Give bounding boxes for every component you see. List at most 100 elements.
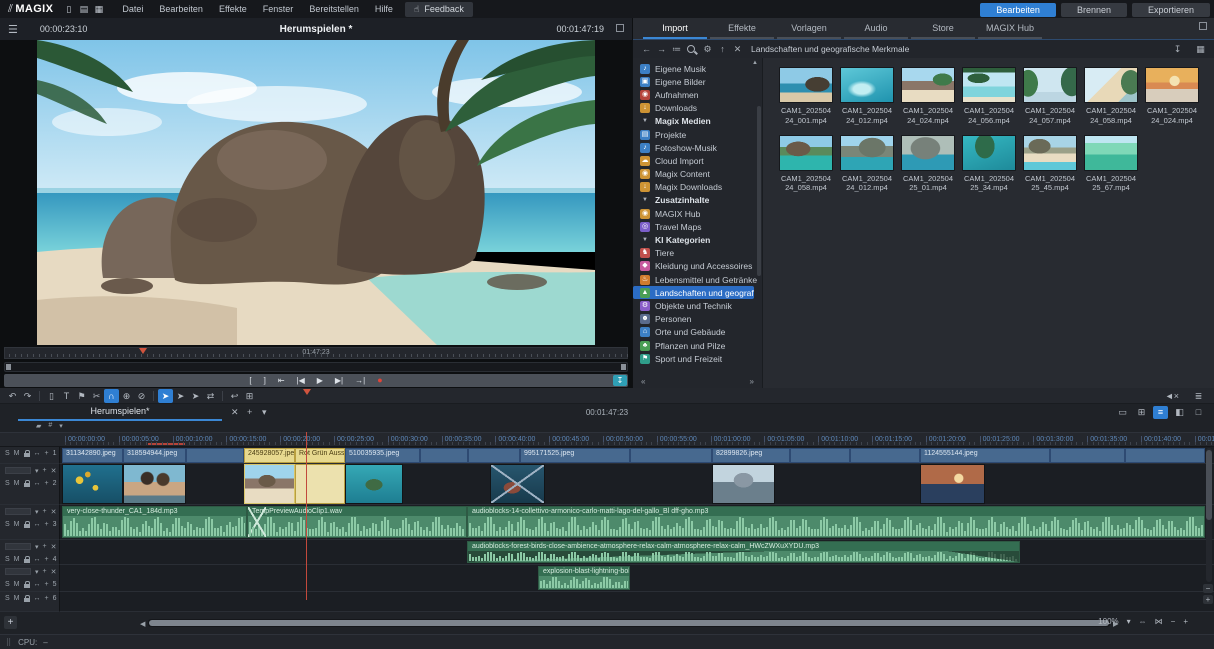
sidebar-item-sport-und-freizeit[interactable]: ⚑Sport und Freizeit <box>633 352 762 365</box>
track-dropdown-icon[interactable]: ▾ <box>35 508 39 516</box>
track-move-icon[interactable]: + <box>45 581 49 588</box>
snap-magnet-icon[interactable]: ∩ <box>104 389 119 403</box>
ungroup-icon[interactable]: ⊘ <box>134 389 149 403</box>
sidebar-item-travel-maps[interactable]: ◎Travel Maps <box>633 220 762 233</box>
track-resize-icon[interactable]: ↔ <box>34 595 41 602</box>
sidebar-item-eigene-bilder[interactable]: ▣Eigene Bilder <box>633 75 762 88</box>
play-button[interactable]: ▶ <box>317 374 323 387</box>
record-button[interactable]: ● <box>377 374 382 387</box>
video-object-label[interactable] <box>468 448 520 463</box>
jump-start-button[interactable]: ⇤ <box>278 374 285 387</box>
sidebar-item-magix-downloads[interactable]: ↓Magix Downloads <box>633 181 762 194</box>
track-mute-button[interactable]: M <box>14 556 20 563</box>
sidebar-item-eigene-musik[interactable]: ♪Eigene Musik <box>633 62 762 75</box>
sidebar-item-magix-content[interactable]: ◉Magix Content <box>633 168 762 181</box>
video-object-label[interactable]: 995171525.jpeg <box>520 448 630 463</box>
image-object[interactable] <box>123 464 186 504</box>
sidebar-item-orte-und-geb-ude[interactable]: ⌂Orte und Gebäude <box>633 326 762 339</box>
track-lock-icon[interactable]: ▰ <box>36 422 41 430</box>
sidebar-item-landschaften-und-geografisch[interactable]: ▲Landschaften und geografisch... <box>633 286 754 299</box>
menu-bearbeiten[interactable]: Bearbeiten <box>151 2 211 16</box>
mouse-mode-all-icon[interactable]: ➤ <box>158 389 173 403</box>
folder-up-button[interactable]: ↑ <box>715 44 730 54</box>
detach-media-pool-icon[interactable] <box>1199 22 1207 30</box>
zoom-level[interactable]: 100% <box>1098 617 1118 626</box>
save-project-icon[interactable]: ▦ <box>91 4 106 15</box>
range-out-button[interactable]: ] <box>264 374 266 387</box>
preview-layout-view[interactable]: ▭ <box>1115 406 1130 419</box>
track-name-field[interactable] <box>5 543 31 550</box>
menu-fenster[interactable]: Fenster <box>255 2 302 16</box>
track-lock-icon[interactable] <box>24 584 30 588</box>
track-close-icon[interactable]: ✕ <box>51 543 57 551</box>
track-lock-icon[interactable] <box>24 483 30 487</box>
sidebar-item-zusatzinhalte[interactable]: ▼Zusatzinhalte <box>633 194 762 207</box>
track-header-2[interactable]: ▾+✕SM↔+2 <box>0 464 60 505</box>
video-object-label[interactable] <box>186 448 244 463</box>
grid-view-button[interactable]: ▦ <box>1193 44 1208 55</box>
tree-page-right-icon[interactable]: » <box>750 377 754 386</box>
detach-window[interactable]: □ <box>1191 406 1206 419</box>
tab-store[interactable]: Store <box>911 23 975 39</box>
menu-bereitstellen[interactable]: Bereitstellen <box>301 2 367 16</box>
arrange-export-button[interactable]: ↧ <box>613 375 627 386</box>
track-dropdown-icon[interactable]: ▾ <box>35 543 39 551</box>
video-object-label[interactable]: Rot Grün Ausschnitt We… <box>295 448 345 463</box>
horizontal-scrollbar[interactable] <box>148 619 1110 627</box>
sidebar-item-objekte-und-technik[interactable]: ⚙Objekte und Technik <box>633 299 762 312</box>
menu-effekte[interactable]: Effekte <box>211 2 255 16</box>
previous-frame-button[interactable]: |◀ <box>297 374 305 387</box>
track-resize-icon[interactable]: ↔ <box>34 581 41 588</box>
tab-effekte[interactable]: Effekte <box>710 23 774 39</box>
media-thumbnail[interactable]: CAM1_20250424_058.mp4 <box>779 135 833 194</box>
object-overview-icon[interactable]: ⊞ <box>242 389 257 403</box>
media-thumbnail[interactable]: CAM1_20250424_012.mp4 <box>840 67 894 126</box>
video-object-label[interactable]: 245928057.jpeg <box>244 448 295 463</box>
track-solo-button[interactable]: S <box>5 595 10 602</box>
sidebar-item-magix-hub[interactable]: ◉MAGIX Hub <box>633 207 762 220</box>
tab-audio[interactable]: Audio <box>844 23 908 39</box>
audio-object[interactable]: explosion-blast-lightning-bolt… <box>538 566 630 590</box>
delete-icon[interactable]: ▯ <box>44 389 59 403</box>
sidebar-item-fotoshow-musik[interactable]: ♪Fotoshow-Musik <box>633 141 762 154</box>
track-move-icon[interactable]: + <box>45 450 49 457</box>
storyboard-view[interactable]: ⊞ <box>1134 406 1149 419</box>
tab-vorlagen[interactable]: Vorlagen <box>777 23 841 39</box>
video-object-label[interactable]: 510035935.jpeg <box>345 448 420 463</box>
track-height-plus-button[interactable]: + <box>1203 595 1213 604</box>
track-solo-button[interactable]: S <box>5 521 10 528</box>
curve-mode-icon[interactable]: ↩ <box>227 389 242 403</box>
track-add-icon[interactable]: + <box>43 543 47 550</box>
track-header-3[interactable]: ▾+✕SM↔+3 <box>0 505 60 540</box>
media-thumbnail[interactable]: CAM1_20250424_058.mp4 <box>1084 67 1138 126</box>
video-object-label[interactable] <box>850 448 920 463</box>
track-add-icon[interactable]: + <box>43 508 47 515</box>
media-thumbnail[interactable]: CAM1_20250424_012.mp4 <box>840 135 894 194</box>
media-thumbnail[interactable]: CAM1_20250424_057.mp4 <box>1023 67 1077 126</box>
image-object[interactable] <box>345 464 403 504</box>
tree-scrollbar[interactable] <box>757 106 761 276</box>
chevron-down-icon[interactable]: ▼ <box>640 237 650 243</box>
media-thumbnail[interactable]: CAM1_20250424_024.mp4 <box>1145 67 1199 126</box>
sidebar-item-magix-medien[interactable]: ▼Magix Medien <box>633 115 762 128</box>
track-resize-icon[interactable]: ↔ <box>34 521 41 528</box>
media-thumbnail[interactable]: CAM1_20250424_001.mp4 <box>779 67 833 126</box>
video-object-label[interactable] <box>1125 448 1205 463</box>
video-object-label[interactable]: 311342890.jpeg <box>62 448 123 463</box>
track-dropdown-icon[interactable]: ▾ <box>35 467 39 475</box>
mode-exportieren-button[interactable]: Exportieren <box>1132 3 1210 17</box>
track-lock-icon[interactable] <box>24 559 30 563</box>
mode-brennen-button[interactable]: Brennen <box>1061 3 1127 17</box>
track-move-icon[interactable]: + <box>45 556 49 563</box>
track-move-icon[interactable]: + <box>45 480 49 487</box>
mode-bearbeiten-button[interactable]: Bearbeiten <box>980 3 1056 17</box>
scrub-handle-left[interactable] <box>6 364 11 370</box>
preview-scrub-bar[interactable] <box>4 362 628 372</box>
image-object[interactable] <box>62 464 123 504</box>
track-header-4[interactable]: ▾+✕SM↔+4 <box>0 540 60 565</box>
track-mute-button[interactable]: M <box>14 450 20 457</box>
tree-scroll-up-icon[interactable]: ▲ <box>752 60 758 66</box>
playhead-marker[interactable] <box>303 389 311 399</box>
audio-object[interactable]: TempPreviewAudioClip1.wav <box>247 506 467 538</box>
zoom-out-button[interactable]: − <box>1171 617 1176 626</box>
